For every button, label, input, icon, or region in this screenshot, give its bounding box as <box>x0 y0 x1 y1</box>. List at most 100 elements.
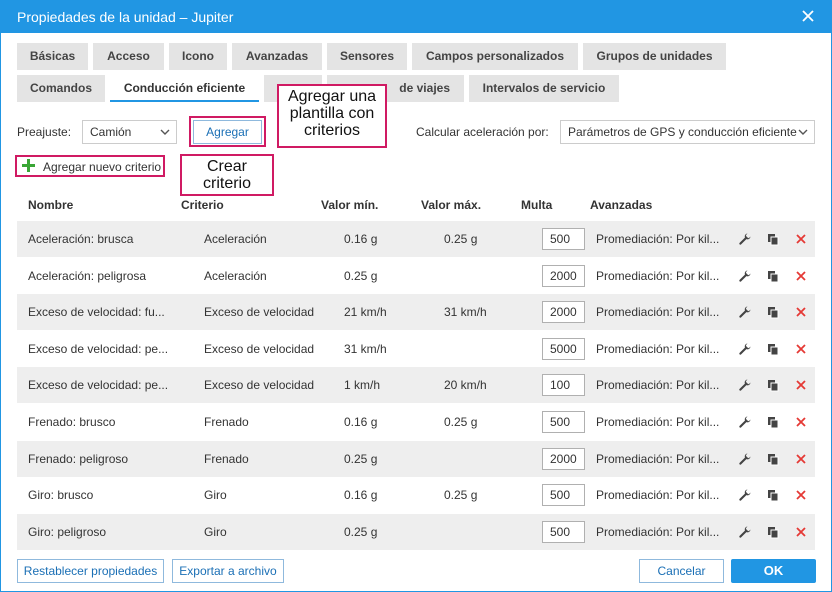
cell-valor-max: 0.25 g <box>444 232 478 246</box>
cell-criterio: Frenado <box>204 415 249 429</box>
cancel-button[interactable]: Cancelar <box>639 559 724 583</box>
cell-nombre: Frenado: peligroso <box>28 451 129 466</box>
tab-conduccion-eficiente[interactable]: Conducción eficiente <box>110 75 259 102</box>
chevron-down-icon <box>160 129 170 135</box>
cell-valor-max: 0.25 g <box>444 415 478 429</box>
tab-sensores[interactable]: Sensores <box>327 43 407 70</box>
accel-value: Parámetros de GPS y conducción eficiente <box>568 125 797 139</box>
copy-icon[interactable] <box>766 415 780 429</box>
penalty-input[interactable] <box>542 520 585 543</box>
tab-icono[interactable]: Icono <box>169 43 227 70</box>
header-nombre: Nombre <box>28 198 74 212</box>
tab-campos-personalizados[interactable]: Campos personalizados <box>412 43 578 70</box>
table-row[interactable]: Exceso de velocidad: fu... Exceso de velo… <box>17 294 815 331</box>
tab-comandos[interactable]: Comandos <box>17 75 105 102</box>
cell-avanzadas: Promediación: Por kil... <box>596 451 720 466</box>
penalty-input[interactable] <box>542 411 585 433</box>
wrench-icon[interactable] <box>738 269 752 283</box>
table-row[interactable]: Giro: peligroso Giro 0.25 g Promediación: P… <box>17 513 815 550</box>
copy-icon[interactable] <box>766 452 780 466</box>
penalty-input[interactable] <box>542 447 585 470</box>
wrench-icon[interactable] <box>738 452 752 466</box>
ok-button[interactable]: OK <box>731 559 816 583</box>
callout-criterion: Crear criterio <box>180 154 274 196</box>
accel-select[interactable]: Parámetros de GPS y conducción eficiente <box>560 120 815 144</box>
wrench-icon[interactable] <box>738 488 752 502</box>
table-row[interactable]: Aceleración: peligrosa Aceleración 0.25 g P… <box>17 258 815 294</box>
cell-avanzadas: Promediación: Por kil... <box>596 378 720 393</box>
delete-icon[interactable] <box>794 269 808 283</box>
copy-icon[interactable] <box>766 488 780 502</box>
delete-icon[interactable] <box>794 378 808 392</box>
reset-properties-button[interactable]: Restablecer propiedades <box>17 559 164 583</box>
tab-grupos-de-unidades[interactable]: Grupos de unidades <box>583 43 726 70</box>
cell-valor-max: 31 km/h <box>444 305 487 320</box>
wrench-icon[interactable] <box>738 305 752 319</box>
copy-icon[interactable] <box>766 525 780 539</box>
table-row[interactable]: Aceleración: brusca Aceleración 0.16 g 0.25… <box>17 221 815 257</box>
cell-valor-min: 0.16 g <box>344 232 378 246</box>
table-row[interactable]: Giro: brusco Giro 0.16 g 0.25 g Promediación… <box>17 477 815 513</box>
copy-icon[interactable] <box>766 269 780 283</box>
tab-basicas[interactable]: Básicas <box>17 43 88 70</box>
cell-valor-max: 0.25 g <box>444 488 478 503</box>
cell-avanzadas: Promediación: Por kil... <box>596 341 720 356</box>
wrench-icon[interactable] <box>738 378 752 392</box>
delete-icon[interactable] <box>794 342 808 356</box>
export-button[interactable]: Exportar a archivo <box>172 559 284 583</box>
cell-criterio: Giro <box>204 488 227 503</box>
header-valor-max: Valor máx. <box>421 198 482 212</box>
cell-valor-min: 0.16 g <box>344 488 378 503</box>
cell-valor-min: 1 km/h <box>344 378 381 393</box>
cell-nombre: Giro: brusco <box>28 488 94 503</box>
copy-icon[interactable] <box>766 305 780 319</box>
close-icon[interactable] <box>798 6 818 26</box>
cell-valor-min: 0.16 g <box>344 415 378 429</box>
delete-icon[interactable] <box>794 305 808 319</box>
wrench-icon[interactable] <box>738 232 752 246</box>
cell-avanzadas: Promediación: Por kil... <box>596 524 720 539</box>
penalty-input[interactable] <box>542 374 585 397</box>
preset-select[interactable]: Camión <box>82 120 177 144</box>
wrench-icon[interactable] <box>738 415 752 429</box>
chevron-down-icon <box>798 129 808 135</box>
table-row[interactable]: Exceso de velocidad: pe... Exceso de velo… <box>17 367 815 404</box>
copy-icon[interactable] <box>766 232 780 246</box>
copy-icon[interactable] <box>766 342 780 356</box>
table-row[interactable]: Frenado: brusco Frenado 0.16 g 0.25 g Promed… <box>17 404 815 440</box>
delete-icon[interactable] <box>794 525 808 539</box>
delete-icon[interactable] <box>794 452 808 466</box>
add-criterion-button[interactable]: Agregar nuevo criterio <box>15 155 165 177</box>
cell-avanzadas: Promediación: Por kil... <box>596 415 720 429</box>
cell-nombre: Exceso de velocidad: pe... <box>28 378 169 393</box>
agregar-button[interactable]: Agregar <box>193 120 262 144</box>
copy-icon[interactable] <box>766 378 780 392</box>
tab-intervalos-de-servicio[interactable]: Intervalos de servicio <box>469 75 619 102</box>
delete-icon[interactable] <box>794 232 808 246</box>
cell-valor-min: 31 km/h <box>344 341 387 356</box>
penalty-input[interactable] <box>542 484 585 507</box>
cell-valor-min: 21 km/h <box>344 305 387 320</box>
penalty-input[interactable] <box>542 228 585 250</box>
cell-valor-max: 20 km/h <box>444 378 487 393</box>
delete-icon[interactable] <box>794 415 808 429</box>
table-row[interactable]: Frenado: peligroso Frenado 0.25 g Promediac… <box>17 440 815 477</box>
penalty-input[interactable] <box>542 337 585 360</box>
cell-avanzadas: Promediación: Por kil... <box>596 488 720 503</box>
penalty-input[interactable] <box>542 264 585 287</box>
plus-icon <box>22 159 35 172</box>
wrench-icon[interactable] <box>738 342 752 356</box>
cell-criterio: Giro <box>204 524 227 539</box>
cell-criterio: Exceso de velocidad <box>204 378 315 393</box>
cell-valor-min: 0.25 g <box>344 268 378 283</box>
table-row[interactable]: Exceso de velocidad: pe... Exceso de velo… <box>17 331 815 367</box>
penalty-input[interactable] <box>542 301 585 324</box>
tab-acceso[interactable]: Acceso <box>93 43 164 70</box>
tab-avanzadas[interactable]: Avanzadas <box>232 43 322 70</box>
wrench-icon[interactable] <box>738 525 752 539</box>
window-title: Propiedades de la unidad – Jupiter <box>17 9 234 25</box>
delete-icon[interactable] <box>794 488 808 502</box>
cell-avanzadas: Promediación: Por kil... <box>596 268 720 283</box>
cell-nombre: Giro: peligroso <box>28 524 107 539</box>
accel-label: Calcular aceleración por: <box>416 125 549 139</box>
